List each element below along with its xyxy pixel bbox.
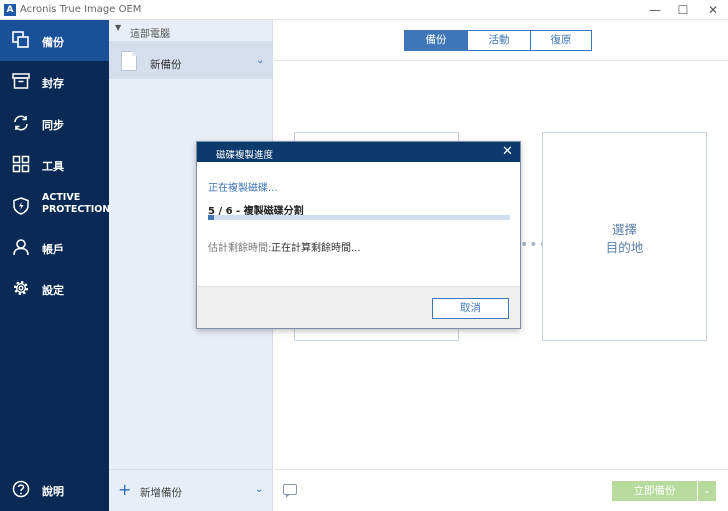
- sidebar-item-archive[interactable]: 封存: [0, 61, 109, 102]
- title-bar: A Acronis True Image OEM — ☐ ✕: [0, 0, 728, 20]
- dialog-title-bar: 磁碟複製進度 ✕: [197, 142, 520, 162]
- archive-icon: [12, 73, 30, 89]
- sidebar-item-sync[interactable]: 同步: [0, 103, 109, 144]
- gear-icon: [14, 281, 28, 295]
- backup-now-button[interactable]: 立即備份: [612, 481, 697, 501]
- add-backup-button[interactable]: 新增備份: [140, 485, 182, 500]
- cancel-button[interactable]: 取消: [432, 298, 509, 319]
- dialog-title: 磁碟複製進度: [216, 150, 274, 161]
- user-icon: [13, 239, 29, 256]
- chevron-down-icon[interactable]: ⌄: [255, 484, 263, 495]
- disk-clone-progress-dialog: 磁碟複製進度 ✕ 正在複製磁碟... 5 / 6 - 複製磁碟分割 估計剩餘時間…: [196, 141, 521, 329]
- close-icon[interactable]: ✕: [502, 144, 513, 159]
- sidebar-item-label: 帳戶: [42, 243, 64, 256]
- comment-icon[interactable]: [283, 484, 297, 498]
- sidebar-item-label: 封存: [42, 77, 64, 90]
- sidebar-item-label: ACTIVE PROTECTION: [42, 192, 111, 215]
- sidebar-item-account[interactable]: 帳戶: [0, 227, 109, 268]
- window-title: Acronis True Image OEM: [20, 4, 142, 15]
- plus-icon[interactable]: +: [118, 480, 131, 499]
- sidebar-item-label: 說明: [42, 485, 64, 498]
- add-backup-bar: + 新增備份 ⌄: [109, 469, 273, 511]
- group-header-this-computer[interactable]: ▼ 這部電腦: [109, 20, 273, 40]
- sidebar-item-label: 備份: [42, 36, 64, 49]
- main-footer: 立即備份 ⌄: [274, 469, 728, 511]
- grid-icon: [12, 155, 30, 173]
- sidebar-item-settings[interactable]: 設定: [0, 268, 109, 309]
- dialog-footer: 取消: [197, 286, 520, 328]
- sidebar-item-label: 同步: [42, 119, 64, 132]
- shield-icon: [13, 197, 29, 215]
- progress-bar: [208, 215, 510, 220]
- document-icon: [121, 51, 137, 71]
- remaining-time-value: 正在計算剩餘時間...: [271, 243, 361, 254]
- backup-now-dropdown-button[interactable]: ⌄: [698, 481, 716, 501]
- sidebar-item-label: 設定: [42, 284, 64, 297]
- maximize-button[interactable]: ☐: [668, 0, 698, 20]
- sidebar-item-active-protection[interactable]: ACTIVE PROTECTION: [0, 186, 111, 227]
- tab-backup[interactable]: 備份: [404, 30, 468, 51]
- dialog-status-text: 正在複製磁碟...: [208, 183, 278, 194]
- minimize-button[interactable]: —: [640, 0, 670, 20]
- backup-item-name: 新備份: [150, 59, 182, 71]
- chevron-down-icon[interactable]: ⌄: [256, 55, 264, 66]
- group-label: 這部電腦: [130, 29, 170, 40]
- copy-icon: [12, 31, 29, 48]
- caret-down-icon: ▼: [115, 23, 122, 32]
- tab-activity[interactable]: 活動: [467, 30, 531, 51]
- destination-box[interactable]: 選擇 目的地: [542, 132, 707, 341]
- acronis-logo-icon: A: [4, 4, 16, 16]
- tab-recovery[interactable]: 復原: [530, 30, 592, 51]
- progress-bar-fill: [208, 215, 215, 220]
- sync-icon: [14, 115, 28, 131]
- sidebar-item-help[interactable]: 說明: [0, 469, 109, 510]
- remaining-time-label: 估計剩餘時間:: [208, 243, 272, 254]
- sidebar-item-tools[interactable]: 工具: [0, 144, 109, 185]
- help-icon: [12, 480, 30, 498]
- close-window-button[interactable]: ✕: [698, 0, 728, 20]
- main-header: 備份 活動 復原: [274, 20, 728, 61]
- sidebar: 備份 封存 同步 工具 ACTIVE PROTECTION 帳戶 設定 說明: [0, 20, 111, 511]
- select-destination-label: 選擇 目的地: [605, 222, 644, 255]
- sidebar-item-label: 工具: [42, 160, 64, 173]
- sidebar-item-backup[interactable]: 備份: [0, 20, 109, 61]
